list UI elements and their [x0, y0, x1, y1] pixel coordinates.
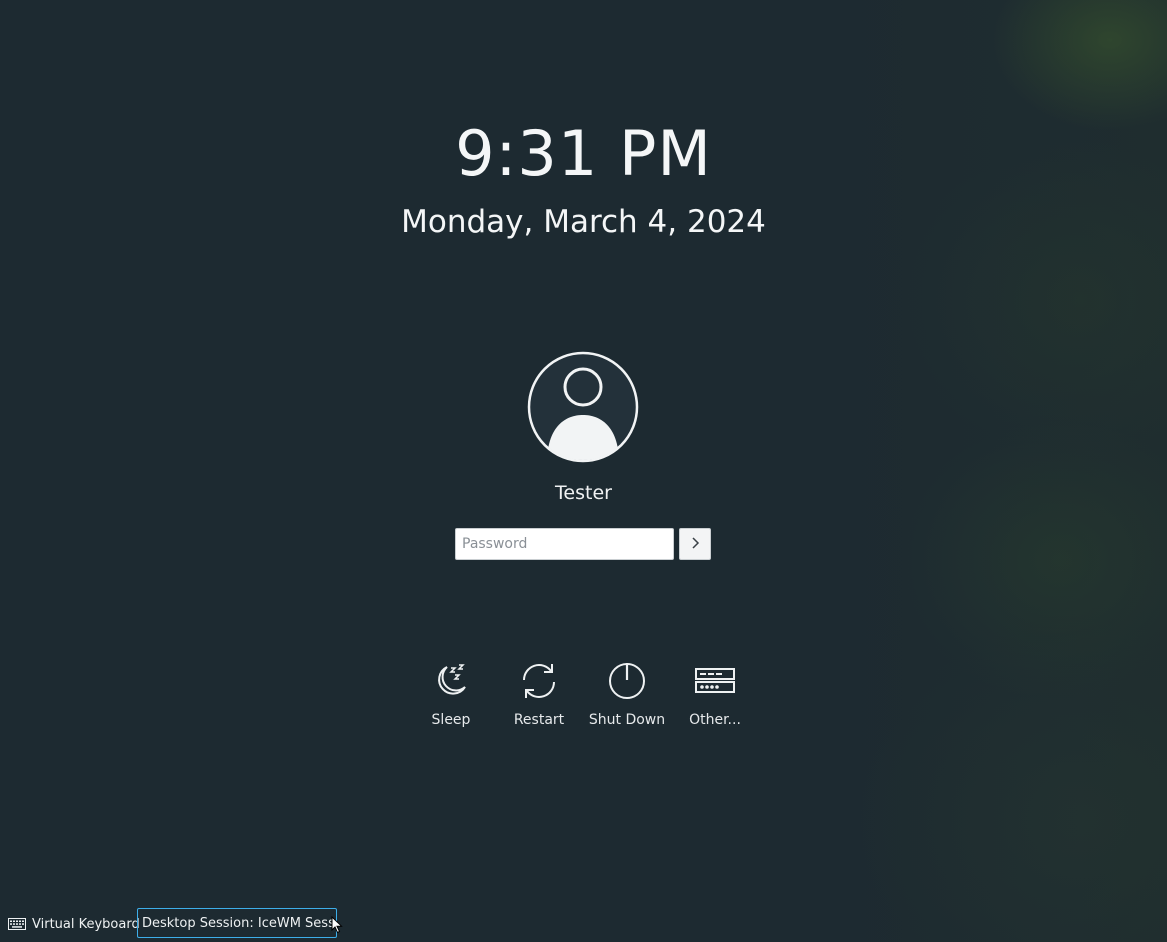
password-field[interactable] [455, 528, 674, 560]
switch-user-icon [694, 660, 736, 702]
sleep-button[interactable]: Sleep [407, 660, 495, 729]
keyboard-icon [8, 915, 26, 934]
clock-date: Monday, March 4, 2024 [401, 204, 766, 240]
shutdown-button[interactable]: Shut Down [583, 660, 671, 729]
user-name: Tester [555, 482, 612, 504]
login-button[interactable] [679, 528, 711, 560]
desktop-session-button[interactable]: Desktop Session: IceWM Session [137, 908, 337, 938]
restart-label: Restart [513, 712, 565, 728]
virtual-keyboard-button[interactable]: Virtual Keyboard [8, 914, 140, 934]
shutdown-label: Shut Down [588, 712, 666, 728]
restart-icon [518, 660, 560, 702]
power-icon [606, 660, 648, 702]
footer-bar: Virtual Keyboard Desktop Session: IceWM … [0, 906, 1167, 942]
virtual-keyboard-label: Virtual Keyboard [32, 916, 140, 932]
sleep-label: Sleep [431, 712, 471, 728]
other-button[interactable]: Other... [671, 660, 759, 729]
chevron-right-icon [690, 535, 700, 554]
sleep-moon-icon [430, 660, 472, 702]
desktop-session-label: Desktop Session: IceWM Session [142, 915, 337, 931]
clock-time: 9:31 PM [455, 117, 712, 190]
other-label: Other... [689, 712, 741, 728]
mouse-pointer-icon [331, 915, 343, 934]
user-avatar-icon[interactable] [527, 351, 639, 463]
restart-button[interactable]: Restart [495, 660, 583, 729]
power-actions: Sleep Restart Shut Down Other... [407, 660, 759, 729]
